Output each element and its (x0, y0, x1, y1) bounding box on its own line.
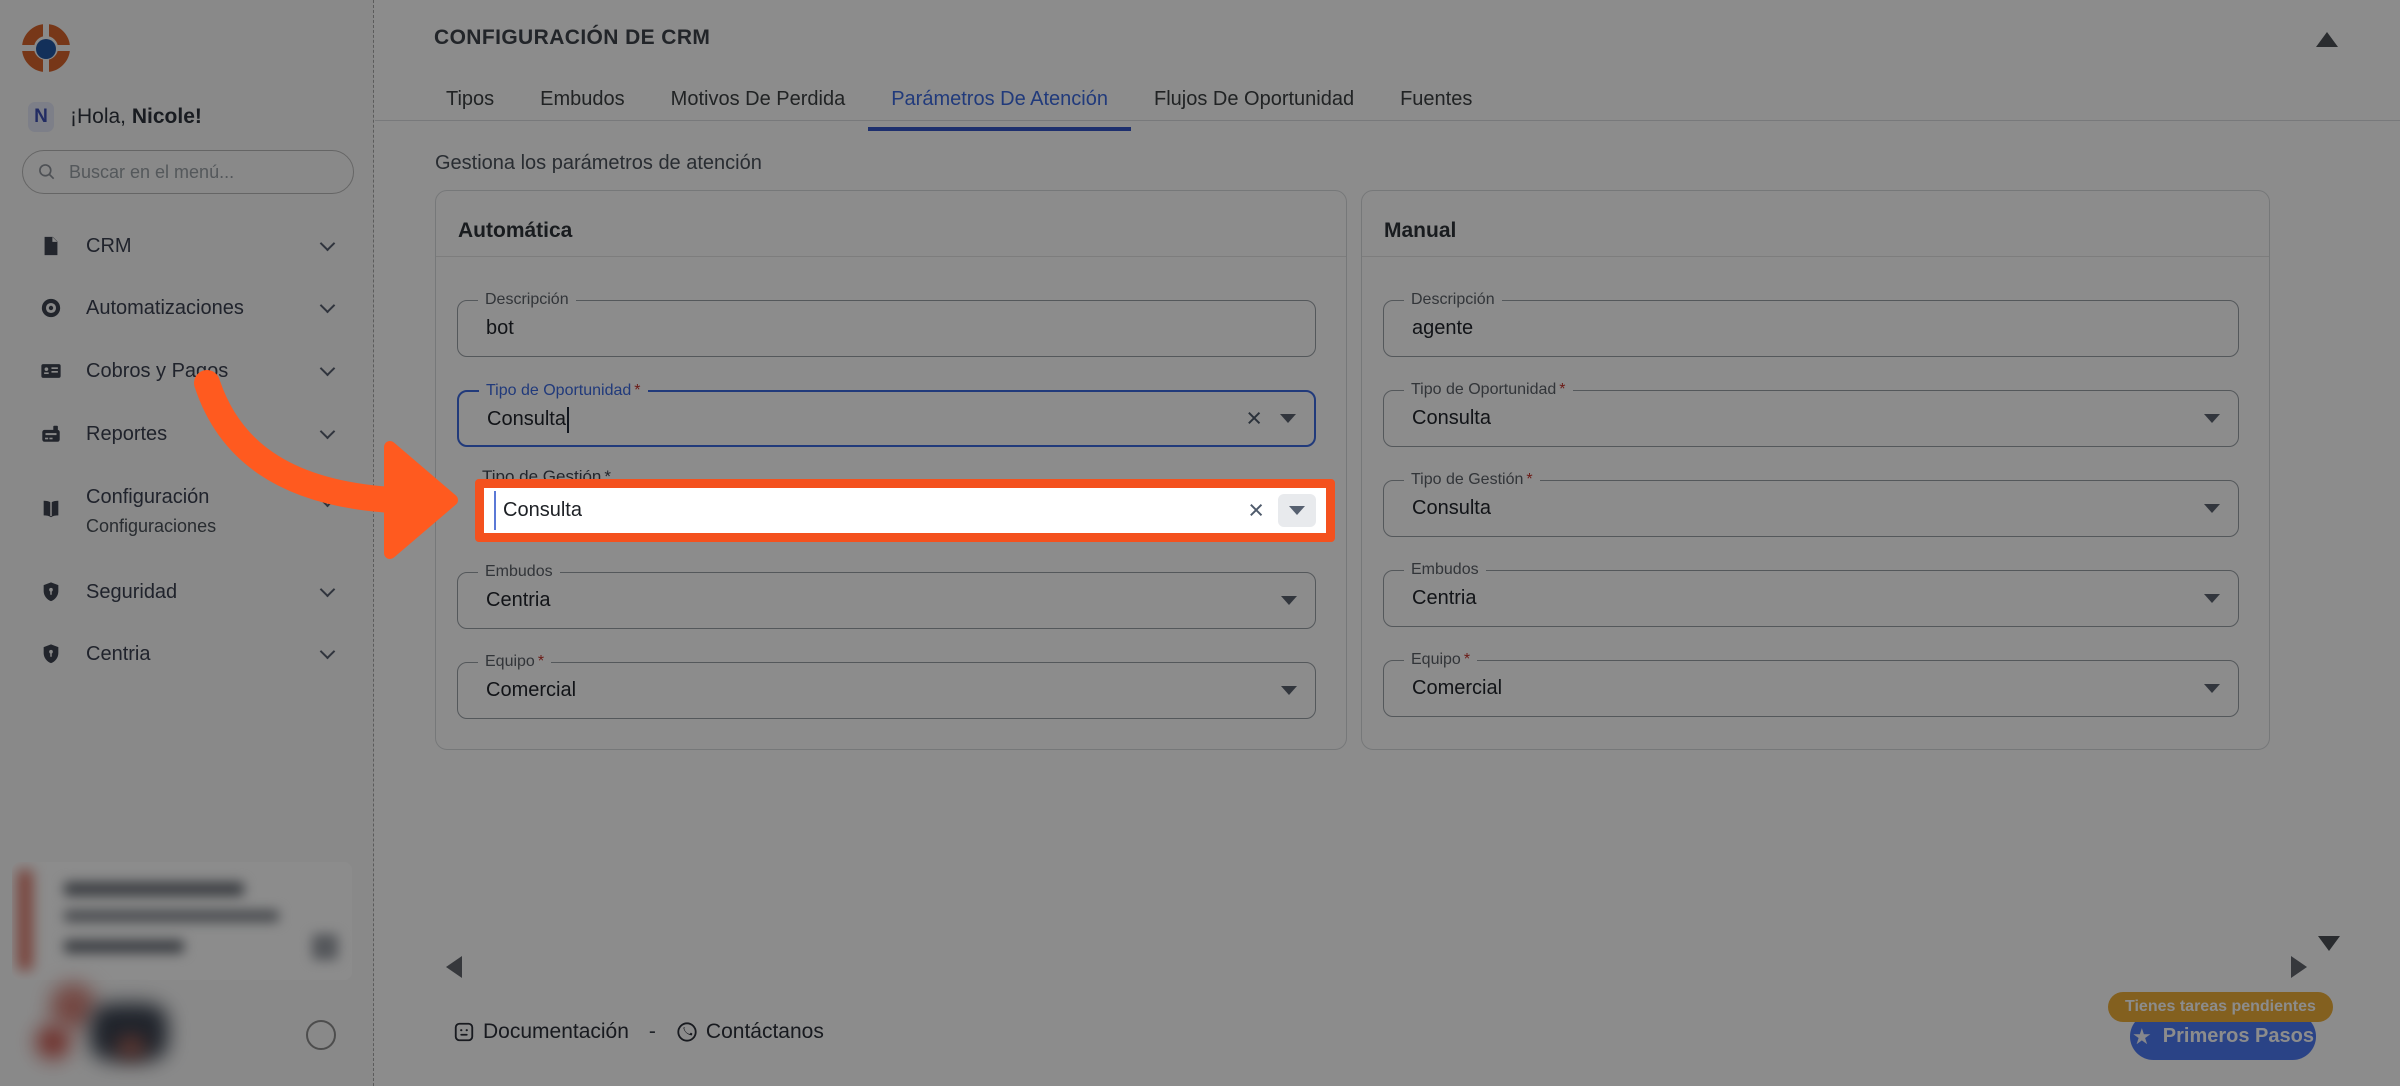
clear-icon[interactable]: × (1248, 497, 1264, 524)
dropdown-caret-icon (1289, 506, 1305, 515)
dropdown-caret-button[interactable] (1278, 494, 1316, 527)
field-value: Consulta (503, 499, 1248, 522)
highlighted-field-tipo-gestion[interactable]: Consulta × (475, 479, 1335, 542)
crm-settings-page: { "header": { "title": "CONFIGURACIÓN DE… (0, 0, 2400, 1086)
annotation-arrow (180, 355, 470, 565)
